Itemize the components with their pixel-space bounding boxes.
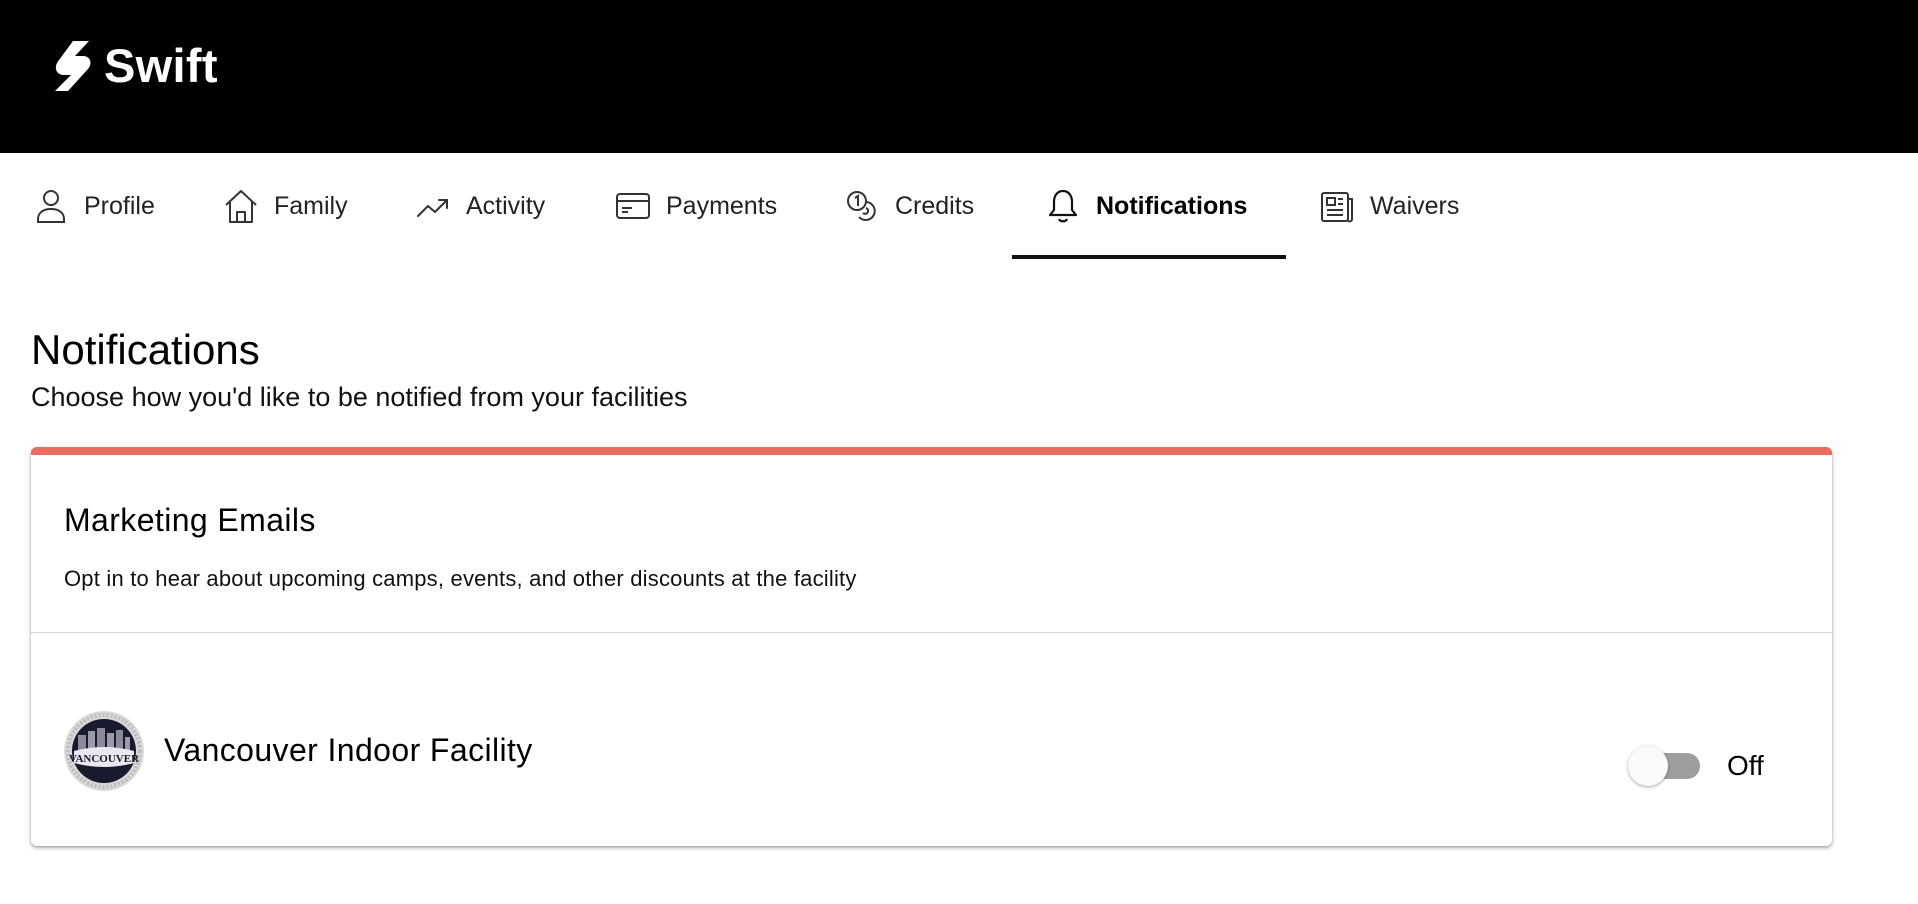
- marketing-emails-card: Marketing Emails Opt in to hear about up…: [31, 447, 1832, 846]
- tab-label: Payments: [666, 191, 778, 220]
- facility-logo: VANCOUVER: [64, 711, 144, 791]
- tab-label: Notifications: [1096, 191, 1248, 220]
- app-logo[interactable]: Swift: [52, 40, 218, 92]
- marketing-email-toggle[interactable]: [1628, 743, 1706, 787]
- tab-payments[interactable]: Payments: [616, 153, 777, 259]
- card-divider: [31, 632, 1832, 633]
- tab-label: Credits: [895, 191, 975, 220]
- facility-logo-text: VANCOUVER: [69, 753, 140, 765]
- account-tabs: Profile Family Activity Payments Credits…: [0, 153, 1918, 259]
- person-icon: [37, 190, 65, 223]
- tab-label: Profile: [84, 191, 155, 220]
- tab-waivers[interactable]: Waivers: [1320, 153, 1459, 259]
- tab-family[interactable]: Family: [224, 153, 348, 259]
- toggle-thumb: [1628, 746, 1668, 786]
- tab-label: Waivers: [1370, 191, 1460, 220]
- card-description: Opt in to hear about upcoming camps, eve…: [64, 566, 857, 591]
- card-title: Marketing Emails: [64, 502, 316, 538]
- page-title: Notifications: [31, 326, 260, 373]
- app-name: Swift: [104, 39, 218, 92]
- coins-icon: [847, 191, 876, 221]
- active-tab-indicator: [1012, 255, 1286, 259]
- tab-notifications[interactable]: Notifications: [1046, 153, 1247, 259]
- tab-label: Family: [274, 191, 348, 220]
- swift-bolt-icon: [55, 41, 91, 91]
- toggle-state-label: Off: [1727, 750, 1764, 781]
- tab-activity[interactable]: Activity: [416, 153, 545, 259]
- top-bar: Swift: [0, 0, 1918, 153]
- credit-card-icon: [616, 193, 650, 219]
- tab-profile[interactable]: Profile: [34, 153, 155, 259]
- facility-name: Vancouver Indoor Facility: [164, 732, 533, 768]
- bell-icon: [1048, 189, 1078, 223]
- tab-label: Activity: [466, 191, 546, 220]
- trending-up-icon: [417, 199, 448, 217]
- facility-badge-logo: VANCOUVER: [64, 711, 144, 791]
- page-subtitle: Choose how you'd like to be notified fro…: [31, 382, 688, 412]
- document-icon: [1321, 192, 1353, 223]
- home-icon: [225, 190, 257, 223]
- tab-credits[interactable]: Credits: [845, 153, 974, 259]
